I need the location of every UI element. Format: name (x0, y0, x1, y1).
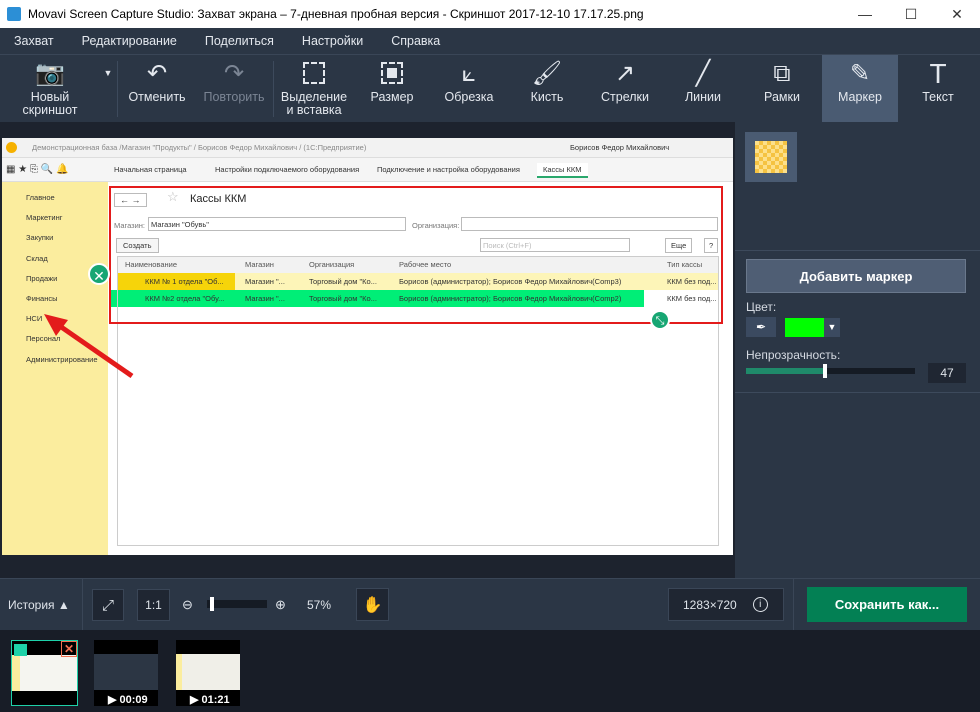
frames-button[interactable]: ⧉ Рамки (742, 55, 822, 123)
opacity-slider[interactable] (746, 364, 915, 378)
history-strip: ✕ ▶ 00:09 ▶ 01:21 (0, 630, 980, 712)
play-icon: ▶ 00:09 (108, 694, 148, 706)
zoom-level: 57% (307, 598, 332, 612)
shapes-icon: ⧉ (773, 59, 791, 87)
1c-tab-equipment-settings[interactable]: Настройки подключаемого оборудования (215, 165, 359, 174)
1c-title-bar: Демонстрационная база /Магазин "Продукты… (2, 138, 733, 158)
save-as-button[interactable]: Сохранить как... (807, 587, 967, 622)
hand-tool-icon[interactable]: ✋ (356, 588, 389, 621)
history-thumbnail[interactable]: ▶ 00:09 (94, 640, 158, 706)
menu-edit[interactable]: Редактирование (68, 34, 191, 48)
lines-button[interactable]: ╱ Линии (664, 55, 742, 123)
redo-icon: ↷ (223, 59, 245, 87)
marker-button[interactable]: ✎ Маркер (822, 55, 898, 123)
bottom-bar: История ▲ ⤢ 1:1 ⊖ ⊕ 57% ✋ 1283×720 i Сохр… (0, 578, 980, 631)
brush-icon: 🖌 (531, 59, 563, 87)
resize-handle-icon[interactable]: ⤡ (650, 310, 670, 330)
new-screenshot-dropdown[interactable]: ▼ (100, 55, 116, 123)
menu-share[interactable]: Поделиться (191, 34, 288, 48)
1c-window-title: Демонстрационная база /Магазин "Продукты… (32, 143, 367, 152)
1c-logo-icon (6, 142, 17, 153)
red-frame-annotation[interactable] (109, 186, 723, 324)
red-arrow-annotation[interactable] (32, 308, 142, 383)
image-size-box: 1283×720 i (668, 588, 784, 621)
color-dropdown-icon[interactable]: ▼ (824, 318, 840, 337)
text-button[interactable]: T Текст (898, 55, 978, 123)
text-icon: T (929, 57, 947, 89)
zoom-in-icon[interactable]: ⊕ (275, 597, 286, 613)
arrow-icon: ↗ (614, 59, 636, 87)
1c-tab-home[interactable]: Начальная страница (114, 165, 187, 174)
add-marker-button[interactable]: Добавить маркер (746, 259, 966, 293)
opacity-label: Непрозрачность: (746, 348, 841, 362)
video-duration: 01:21 (201, 694, 230, 706)
redo-button[interactable]: ↷ Повторить (196, 55, 272, 123)
color-label: Цвет: (746, 300, 777, 314)
zoom-out-icon[interactable]: ⊖ (182, 597, 193, 613)
menu-capture[interactable]: Захват (0, 34, 68, 48)
minimize-button[interactable]: — (842, 0, 888, 28)
play-icon: ▶ 01:21 (190, 694, 230, 706)
eyedropper-icon[interactable]: ✒ (746, 317, 776, 337)
folder-icon[interactable] (14, 644, 27, 656)
delete-annotation-icon[interactable]: ✕ (88, 263, 110, 285)
brush-button[interactable]: 🖌 Кисть (508, 55, 586, 123)
1c-tab-equipment-connection[interactable]: Подключение и настройка оборудования (377, 165, 520, 174)
1c-tab-kkm[interactable]: Кассы ККМ (537, 163, 588, 178)
chevron-down-icon: ▼ (103, 67, 113, 78)
fit-to-window-icon[interactable]: ⤢ (92, 589, 124, 621)
camera-icon: 📷 (35, 59, 65, 87)
marker-icon: ✎ (849, 59, 871, 87)
arrows-button[interactable]: ↗ Стрелки (586, 55, 664, 123)
maximize-button[interactable]: ☐ (888, 0, 934, 28)
actual-size-button[interactable]: 1:1 (137, 589, 170, 621)
selection-icon (303, 55, 325, 91)
menu-help[interactable]: Справка (377, 34, 454, 48)
info-icon[interactable]: i (752, 597, 768, 612)
select-paste-button[interactable]: Выделение и вставка (274, 55, 354, 123)
marker-texture-icon (755, 141, 787, 173)
delete-thumbnail-icon[interactable]: ✕ (61, 641, 77, 657)
menu-settings[interactable]: Настройки (288, 34, 377, 48)
color-swatch[interactable] (785, 318, 824, 337)
1c-section-marketing[interactable]: Маркетинг (26, 208, 108, 228)
crop-icon: ⟀ (461, 59, 477, 87)
video-duration: 00:09 (119, 694, 148, 706)
app-icon (7, 7, 21, 21)
1c-toolbar-icons: ▦ ★ ⎘ 🔍 🔔 (6, 164, 69, 175)
1c-section-main[interactable]: Главное (26, 188, 108, 208)
title-bar: Movavi Screen Capture Studio: Захват экр… (0, 0, 980, 28)
window-title: Movavi Screen Capture Studio: Захват экр… (28, 7, 644, 21)
marker-preview (745, 132, 797, 182)
history-toggle[interactable]: История ▲ (8, 598, 70, 612)
crop-button[interactable]: ⟀ Обрезка (430, 55, 508, 123)
undo-button[interactable]: ↶ Отменить (118, 55, 196, 123)
history-thumbnail[interactable]: ✕ (11, 640, 78, 706)
screenshot-image[interactable]: Демонстрационная база /Магазин "Продукты… (2, 138, 733, 555)
menu-bar: Захват Редактирование Поделиться Настрой… (0, 28, 980, 54)
line-icon: ╱ (695, 59, 711, 87)
image-size: 1283×720 (683, 597, 737, 612)
toolbar: 📷 Новый скриншот ▼ ↶ Отменить ↷ Повторить В… (0, 54, 980, 123)
resize-icon (381, 55, 403, 91)
new-screenshot-button[interactable]: 📷 Новый скриншот (0, 55, 100, 123)
1c-section-finance[interactable]: Финансы (26, 289, 108, 309)
properties-panel: Добавить маркер Цвет: ✒ ▼ Непрозрачность… (735, 122, 980, 578)
zoom-slider[interactable] (207, 597, 267, 611)
1c-user-name: Борисов Федор Михайлович (570, 143, 670, 152)
resize-button[interactable]: Размер (354, 55, 430, 123)
undo-icon: ↶ (146, 59, 168, 87)
history-thumbnail[interactable]: ▶ 01:21 (176, 640, 240, 706)
close-button[interactable]: ✕ (934, 0, 980, 28)
1c-tab-bar: ▦ ★ ⎘ 🔍 🔔 Начальная страница Настройки п… (2, 158, 733, 182)
1c-section-purchases[interactable]: Закупки (26, 228, 108, 248)
opacity-value[interactable]: 47 (928, 363, 966, 383)
